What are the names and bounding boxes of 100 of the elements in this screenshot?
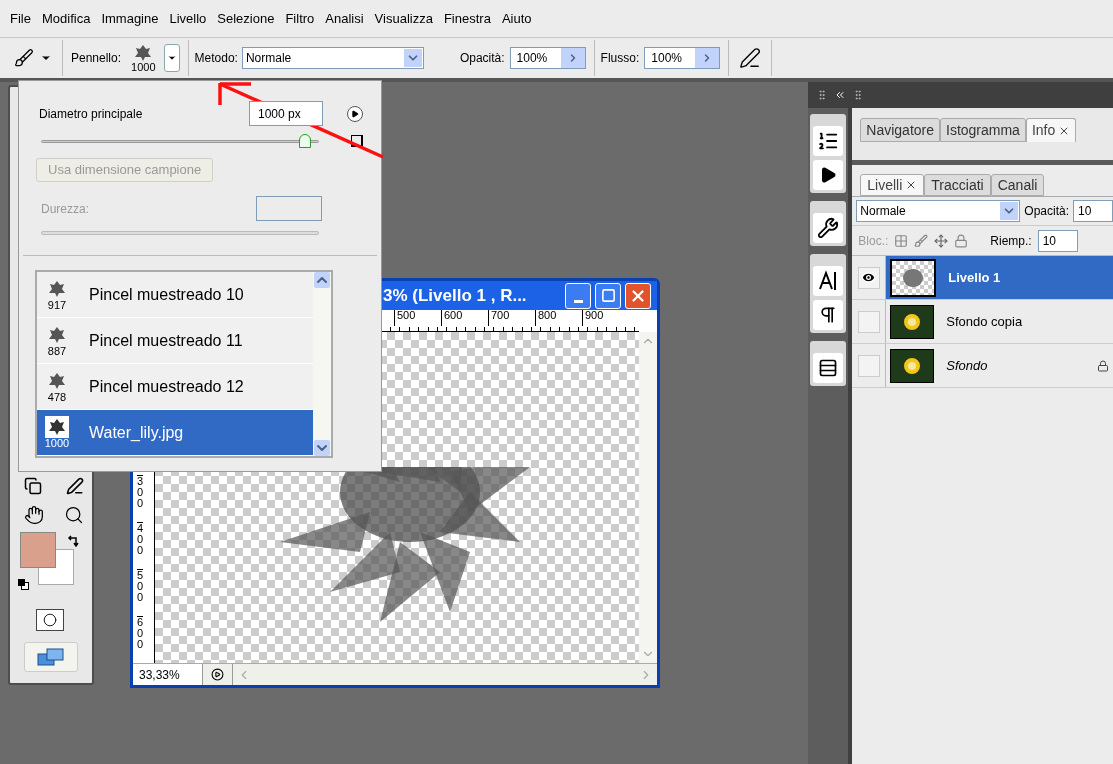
popup-menu-button[interactable] [347,105,363,122]
menu-item[interactable]: Aiuto [501,8,532,29]
layer-row[interactable]: Sfondo copia [886,300,1113,343]
visibility-toggle[interactable] [857,310,880,333]
layer-thumbnail [890,304,935,339]
brush-size: 887 [47,346,67,357]
hand-tool-icon[interactable] [24,505,44,525]
menu-item[interactable]: Analisi [325,8,364,29]
panel-tab[interactable]: Istogramma [940,118,1026,142]
layer-opacity-field[interactable]: 10 [1073,200,1113,222]
ruler-label: 800 [535,310,582,326]
tool-presets-icon[interactable] [813,213,844,243]
panel-tab[interactable]: Livelli [860,174,925,196]
menu-item[interactable]: File [10,8,31,29]
hardness-field[interactable] [256,196,322,221]
diameter-field[interactable]: 1000 px [249,101,323,126]
lock-pixels-icon[interactable] [914,233,929,248]
layer-thumbnail [890,258,937,297]
brush-name: Pincel muestreado 11 [89,330,243,351]
brush-label: Pennello: [71,50,122,67]
two-windows-icon [36,647,66,667]
mode-label: Metodo: [194,50,238,67]
collapse-icon[interactable] [834,89,846,101]
lock-position-icon[interactable] [934,233,949,248]
pen-tool-icon[interactable] [66,477,84,495]
maximize-button[interactable] [595,282,621,309]
play-icon [351,109,359,118]
layer-row[interactable]: Livello 1 [886,256,1113,299]
opacity-label: Opacità: [459,50,505,67]
grip-icon[interactable] [852,89,864,101]
menu-item[interactable]: Selezione [217,8,275,29]
ruler-label: 500 [394,310,441,326]
scroll-down-icon[interactable] [314,440,330,456]
default-colors-icon[interactable] [18,579,29,590]
flow-label: Flusso: [600,50,640,67]
ruler-label: 400 [137,522,144,569]
panel-tab[interactable]: Info [1025,118,1077,142]
brush-name: Water_lily.jpg [89,422,184,443]
visibility-toggle[interactable] [857,354,880,377]
close-button[interactable] [625,282,651,309]
menu-item[interactable]: Livello [169,8,207,29]
minimize-button[interactable] [565,282,591,309]
ruler-label: 600 [441,310,488,326]
menu-item[interactable]: Finestra [443,8,491,29]
panel-tab[interactable]: Navigatore [860,118,940,142]
brush-size: 478 [47,392,67,403]
lock-label: Bloc.: [858,232,889,250]
brush-thumbnail-icon [47,418,67,436]
layer-name: Sfondo copia [946,312,1023,331]
panel-tab[interactable]: Tracciati [924,174,991,196]
play-circle-icon [211,668,224,681]
layer-comps-icon[interactable] [813,353,844,383]
maximize-icon [600,288,616,303]
lock-all-icon[interactable] [954,233,969,248]
actions-icon[interactable] [813,160,844,190]
brush-thumbnail-icon [47,280,67,298]
diameter-slider[interactable] [41,134,319,148]
list-scrollbar[interactable] [313,272,331,456]
menu-item[interactable]: Immagine [101,8,159,29]
screen-mode-button[interactable] [24,642,78,672]
panel-tab[interactable]: Canali [990,174,1045,196]
foreground-color-swatch[interactable] [20,532,56,568]
layer-row[interactable]: Sfondo [886,344,1113,387]
caret-icon [166,53,177,63]
circle-icon [43,613,57,627]
eye-icon [861,270,877,285]
brush-thumbnail-icon [47,372,67,390]
ruler-label: 700 [488,310,535,326]
scroll-up-icon[interactable] [314,272,330,288]
history-icon[interactable] [813,126,844,156]
layer-name: Sfondo [946,356,988,375]
minimize-icon [573,299,583,303]
brush-size: 917 [47,300,67,311]
fill-label: Riemp.: [990,232,1032,250]
menu-item[interactable]: Modifica [41,8,91,29]
hardness-label: Durezza: [41,200,91,218]
ruler-label: 500 [137,569,144,616]
brush-name: Pincel muestreado 12 [89,376,244,397]
zoom-field[interactable]: 33,33% [133,664,203,685]
swap-colors-icon[interactable] [67,534,79,548]
brush-thumbnail-icon [47,326,67,344]
brush-tool-icon[interactable] [14,48,34,68]
visibility-toggle[interactable] [857,266,880,289]
quick-mask-button[interactable] [36,609,64,631]
fill-field[interactable]: 10 [1037,229,1078,252]
opacity-label: Opacità: [1024,203,1069,220]
menu-item[interactable]: Filtro [285,8,315,29]
brush-preview-icon [133,43,154,62]
blend-mode-select[interactable]: Normale [856,200,1021,222]
lock-icon [1097,359,1109,372]
zoom-tool-icon[interactable] [64,505,84,525]
character-icon[interactable] [813,266,844,296]
grip-icon[interactable] [816,89,828,101]
brush-list-item[interactable]: 1000 Water_lily.jpg [37,410,313,456]
layer-name: Livello 1 [948,268,1001,287]
paragraph-icon[interactable] [813,300,844,330]
mode-select[interactable]: Normale [241,47,424,69]
layer-thumbnail [890,348,935,383]
ruler-label: 300 [137,475,144,522]
menu-item[interactable]: Visualizza [374,8,433,29]
